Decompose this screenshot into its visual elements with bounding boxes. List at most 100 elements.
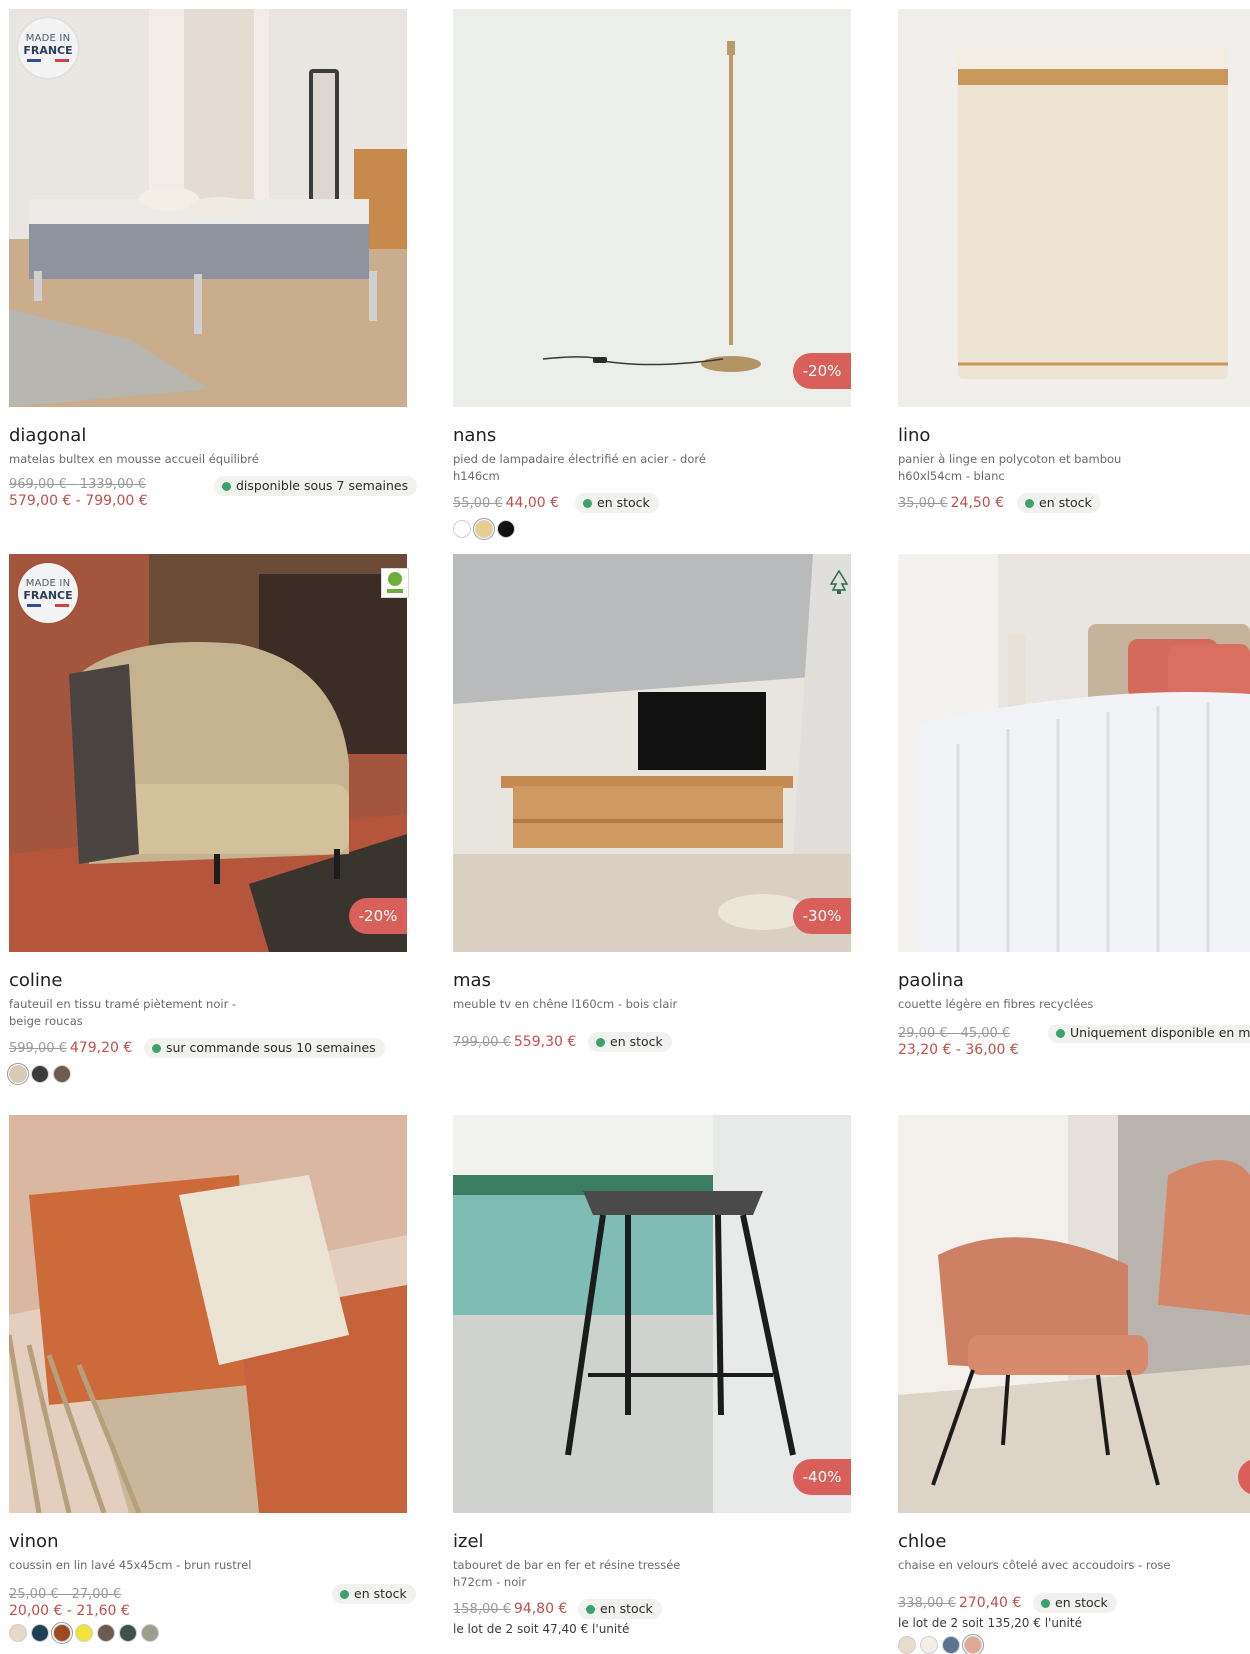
color-swatches	[9, 1622, 409, 1644]
price-row: 35,00 €24,50 € en stock	[898, 493, 1250, 514]
product-description: chaise en velours côtelé avec accoudoirs…	[898, 1558, 1171, 1572]
product-description: meuble tv en chêne l160cm - bois clair	[453, 997, 678, 1011]
price-row: 599,00 €479,20 € sur commande sous 10 se…	[9, 1038, 409, 1059]
stock-badge: en stock	[575, 493, 659, 513]
stock-badge: en stock	[1017, 493, 1101, 513]
product-description: fauteuil en tissu tramé piètement noir -…	[9, 997, 237, 1028]
product-card-paolina[interactable]: paolina couette légère en fibres recyclé…	[898, 554, 1250, 1061]
product-description: tabouret de bar en fer et résine tressée…	[453, 1558, 681, 1589]
product-card-chloe[interactable]: chloe chaise en velours côtelé avec acco…	[898, 1115, 1250, 1654]
color-swatch[interactable]	[898, 1636, 916, 1654]
made-in-france-badge: MADE IN FRANCE	[18, 563, 78, 623]
color-swatch[interactable]	[119, 1624, 137, 1642]
product-card-nans[interactable]: -20% nans pied de lampadaire électrifié …	[453, 9, 853, 540]
color-swatch-selected[interactable]	[51, 1622, 73, 1644]
product-image-duvet[interactable]	[898, 554, 1250, 952]
old-price: 338,00 €	[898, 1596, 956, 1611]
color-swatch[interactable]	[141, 1624, 159, 1642]
price-row: 29,00 € - 45,00 € 23,20 € - 36,00 € Uniq…	[898, 1025, 1250, 1061]
new-price: 20,00 € - 21,60 €	[9, 1603, 130, 1619]
color-swatch[interactable]	[942, 1636, 960, 1654]
old-price: 55,00 €	[453, 496, 503, 511]
price-row: 799,00 €559,30 € en stock	[453, 1032, 853, 1053]
price-row: 55,00 €44,00 € en stock	[453, 493, 853, 514]
product-name[interactable]: mas	[453, 969, 853, 993]
color-swatches	[898, 1634, 1250, 1654]
stock-badge: en stock	[332, 1584, 416, 1604]
color-swatch[interactable]	[97, 1624, 115, 1642]
pefc-certification-icon	[381, 568, 409, 598]
product-name[interactable]: chloe	[898, 1530, 1250, 1554]
product-card-izel[interactable]: -40% izel tabouret de bar en fer et rési…	[453, 1115, 853, 1636]
color-swatch[interactable]	[31, 1065, 49, 1083]
stock-badge: Uniquement disponible en ma	[1048, 1025, 1250, 1043]
color-swatch[interactable]	[53, 1065, 71, 1083]
new-price: 559,30 €	[513, 1034, 577, 1050]
stock-badge: en stock	[578, 1599, 662, 1619]
discount-badge: -20%	[793, 353, 851, 389]
product-description: panier à linge en polycoton et bambou h6…	[898, 452, 1122, 483]
old-price: 35,00 €	[898, 496, 948, 511]
product-image-cushion[interactable]	[9, 1115, 407, 1513]
stock-badge: disponible sous 7 semaines	[214, 476, 418, 496]
product-description: pied de lampadaire électrifié en acier -…	[453, 452, 706, 483]
old-price: 158,00 €	[453, 1602, 511, 1617]
product-name[interactable]: paolina	[898, 969, 1250, 993]
lot-price-note: le lot de 2 soit 135,20 € l'unité	[898, 1616, 1082, 1630]
product-image-armchair[interactable]: MADE IN FRANCE -20%	[9, 554, 407, 952]
product-description: matelas bultex en mousse accueil équilib…	[9, 452, 259, 466]
color-swatches	[7, 1063, 409, 1085]
product-description: couette légère en fibres recyclées	[898, 997, 1094, 1011]
color-swatch[interactable]	[453, 520, 471, 538]
color-swatch-selected[interactable]	[962, 1634, 984, 1654]
color-swatch[interactable]	[75, 1624, 93, 1642]
product-card-mas[interactable]: -30% mas meuble tv en chêne l160cm - boi…	[453, 554, 853, 1053]
color-swatch[interactable]	[31, 1624, 49, 1642]
price-row: 338,00 €270,40 € en stock	[898, 1593, 1250, 1614]
product-name[interactable]: diagonal	[9, 424, 409, 448]
new-price: 270,40 €	[958, 1595, 1022, 1611]
color-swatch-selected[interactable]	[473, 518, 495, 540]
product-grid: MADE IN FRANCE diagonal matelas bultex e…	[0, 0, 1250, 1654]
product-image-bar-stool[interactable]: -40%	[453, 1115, 851, 1513]
color-swatch[interactable]	[497, 520, 515, 538]
product-image-laundry-basket[interactable]	[898, 9, 1250, 407]
product-name[interactable]: nans	[453, 424, 853, 448]
new-price: 24,50 €	[950, 495, 1005, 511]
product-image-chair[interactable]	[898, 1115, 1250, 1513]
old-price: 599,00 €	[9, 1041, 67, 1056]
product-image-bed[interactable]: MADE IN FRANCE	[9, 9, 407, 407]
discount-badge: -30%	[793, 898, 851, 934]
product-name[interactable]: coline	[9, 969, 409, 993]
old-price: 799,00 €	[453, 1035, 511, 1050]
product-name[interactable]: vinon	[9, 1530, 409, 1554]
product-name[interactable]: lino	[898, 424, 1250, 448]
product-image-tv-stand[interactable]: -30%	[453, 554, 851, 952]
made-in-france-badge: MADE IN FRANCE	[18, 18, 78, 78]
new-price: 44,00 €	[505, 495, 560, 511]
product-image-floor-lamp[interactable]: -20%	[453, 9, 851, 407]
new-price: 23,20 € - 36,00 €	[898, 1042, 1019, 1058]
price-row: 158,00 €94,80 € en stock	[453, 1599, 853, 1620]
new-price: 94,80 €	[513, 1601, 568, 1617]
product-card-coline[interactable]: MADE IN FRANCE -20% coline fauteuil en t…	[7, 554, 409, 1085]
new-price: 479,20 €	[69, 1040, 133, 1056]
color-swatch[interactable]	[9, 1624, 27, 1642]
color-swatch[interactable]	[920, 1636, 938, 1654]
product-card-lino[interactable]: lino panier à linge en polycoton et bamb…	[898, 9, 1250, 514]
product-name[interactable]: izel	[453, 1530, 853, 1554]
product-description: coussin en lin lavé 45x45cm - brun rustr…	[9, 1558, 252, 1572]
stock-badge: en stock	[588, 1032, 672, 1052]
lot-price-note: le lot de 2 soit 47,40 € l'unité	[453, 1622, 630, 1636]
stock-badge: sur commande sous 10 semaines	[144, 1038, 385, 1058]
price-row: 969,00 € - 1339,00 € 579,00 € - 799,00 €…	[9, 476, 418, 512]
discount-badge: -40%	[793, 1459, 851, 1495]
product-card-diagonal[interactable]: MADE IN FRANCE diagonal matelas bultex e…	[9, 9, 418, 512]
color-swatches	[453, 518, 853, 540]
color-swatch-selected[interactable]	[7, 1063, 29, 1085]
fsc-certification-icon	[825, 568, 853, 598]
discount-badge: -20%	[349, 898, 407, 934]
price-row: 25,00 € - 27,00 € 20,00 € - 21,60 € en s…	[9, 1584, 416, 1622]
product-card-vinon[interactable]: vinon coussin en lin lavé 45x45cm - brun…	[9, 1115, 416, 1644]
stock-badge: en stock	[1033, 1593, 1117, 1613]
